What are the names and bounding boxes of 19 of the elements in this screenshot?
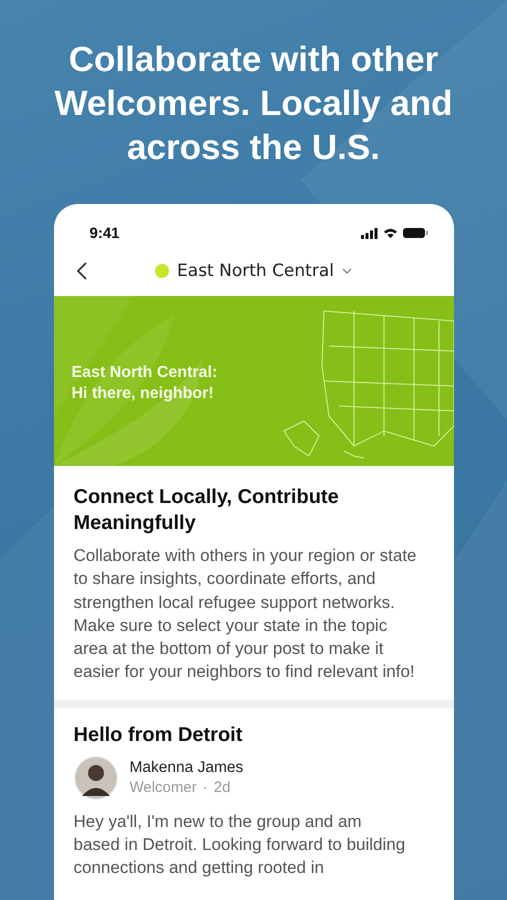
headline: Collaborate with other Welcomers. Locally and across the U.S. (53, 39, 454, 169)
post-text: Hey ya'll, I'm new to the group and am based in Detroit. Looking forward to building connections and getting rooted in (74, 810, 406, 879)
post-time: 2d (214, 779, 230, 796)
battery-icon (402, 227, 428, 239)
signal-icon (360, 227, 378, 239)
avatar[interactable] (74, 756, 118, 800)
section-text: Collaborate with others in your region or state to share insights, coordinate efforts, and strengthen local refugee support networks. Make sure to select your state in the topic area at the bottom of your post to make it easier for your neighbors to find relevant info! (74, 545, 418, 684)
banner-text: East North Central: (72, 363, 218, 383)
section-title: Connect Locally, Contribute Meaningfully (74, 485, 340, 536)
author-name[interactable]: Makenna James (130, 759, 244, 778)
region-selector[interactable]: East North Central (177, 261, 334, 281)
banner-text: Hi there, neighbor! (72, 384, 215, 404)
separator-dot: · (202, 779, 208, 796)
back-icon[interactable] (76, 261, 88, 281)
post-title[interactable]: Hello from Detroit (74, 722, 434, 748)
caret-icon[interactable] (342, 268, 352, 274)
status-time: 9:41 (90, 224, 120, 242)
author-role: Welcomer (130, 779, 197, 796)
wifi-icon (382, 227, 398, 239)
